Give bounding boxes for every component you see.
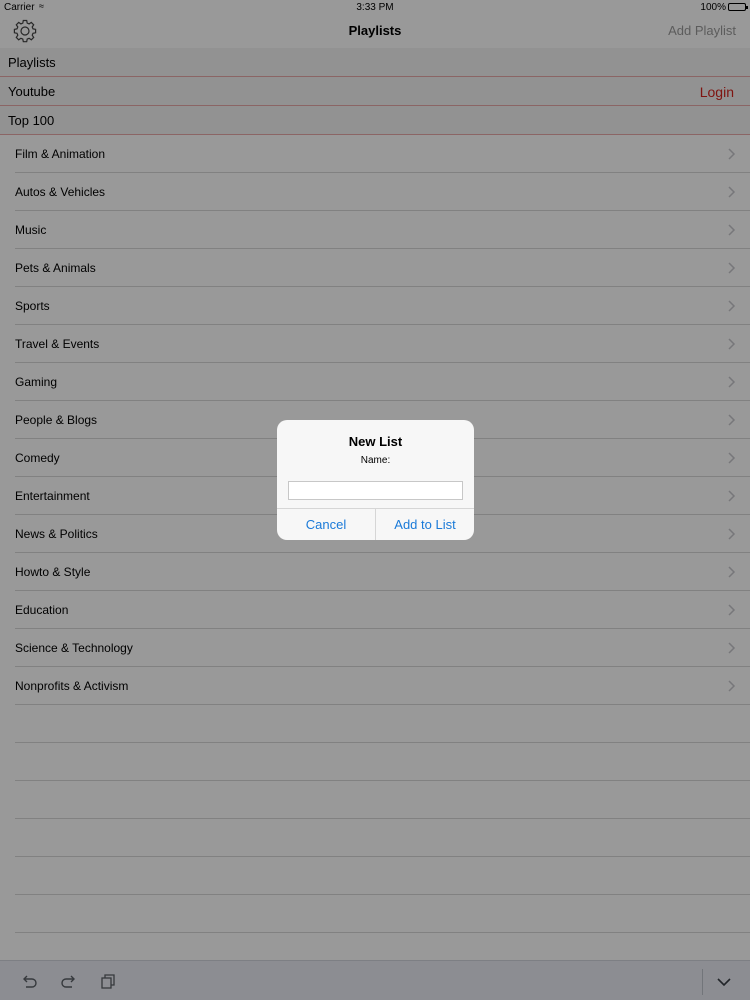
new-list-dialog: New List Name: Cancel Add to List: [277, 420, 474, 540]
dialog-title: New List: [348, 434, 403, 449]
app-screen: Carrier ≈ 3:33 PM 100% Playlists Add Pla…: [0, 0, 750, 1000]
cancel-button[interactable]: Cancel: [277, 509, 375, 540]
dialog-message: Name:: [360, 455, 391, 466]
add-to-list-button[interactable]: Add to List: [375, 509, 474, 540]
dialog-buttons: Cancel Add to List: [277, 508, 474, 540]
list-name-input[interactable]: [288, 481, 463, 500]
